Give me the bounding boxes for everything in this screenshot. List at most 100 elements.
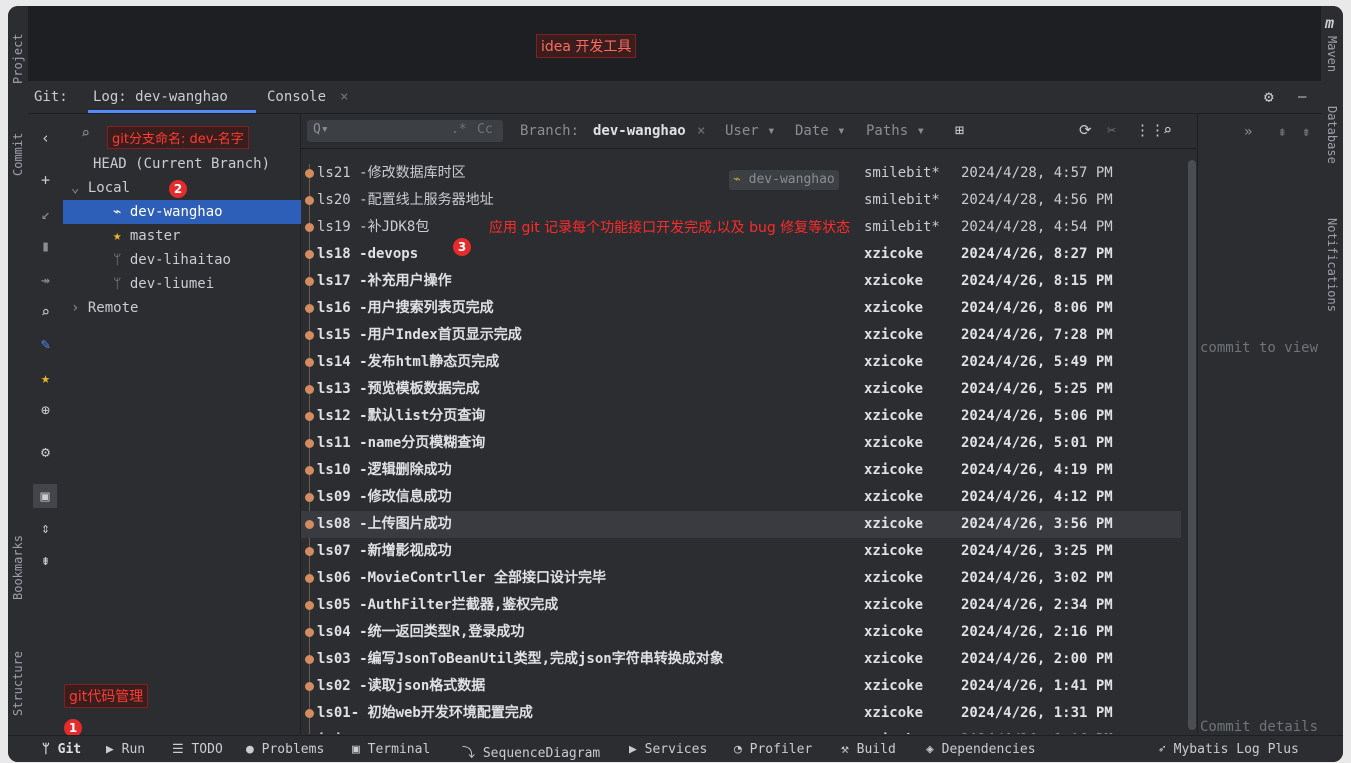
table-row[interactable]: ls07 -新增影视成功 xzicoke 2024/4/26, 3:25 PM [301, 538, 1181, 565]
table-row[interactable]: ls15 -用户Index首页显示完成 xzicoke 2024/4/26, 7:2… [301, 322, 1181, 349]
refresh-icon[interactable]: ⟳ [1079, 121, 1092, 139]
head-row[interactable]: HEAD (Current Branch) [63, 152, 330, 176]
table-row[interactable]: ls02 -读取json格式数据 xzicoke 2024/4/26, 1:41 P… [301, 673, 1181, 700]
edit-icon[interactable]: ✎ [28, 332, 63, 356]
branch-naming-annotation: git分支命名: dev-名字 [107, 126, 249, 149]
tool-problems[interactable]: ● Problems [246, 742, 324, 757]
arrow-icon[interactable]: ↙ [28, 202, 63, 226]
branch-label: dev-lihaitao [129, 252, 231, 268]
profiler-icon: ◔ [734, 742, 742, 757]
paths-filter[interactable]: Paths ▾ [866, 123, 925, 139]
settings-icon[interactable]: ⚙ [28, 440, 63, 464]
date-filter[interactable]: Date ▾ [795, 123, 846, 139]
commit-node-icon [305, 493, 314, 502]
gear-icon[interactable]: ⚙ [1264, 87, 1274, 106]
commit-node-icon [305, 439, 314, 448]
tool-services[interactable]: ▶ Services [629, 742, 707, 757]
table-row[interactable]: ls17 -补充用户操作 xzicoke 2024/4/26, 8:15 PM [301, 268, 1181, 295]
target-icon[interactable]: ⊕ [28, 398, 63, 422]
tool-sequence[interactable]: ⤵ SequenceDiagram [462, 742, 600, 761]
delete-icon[interactable]: ▮ [28, 234, 63, 258]
commit-author: xzicoke [864, 246, 924, 262]
table-row[interactable]: ls03 -编写JsonToBeanUtil类型,完成json字符串转换成对象 x… [301, 646, 1181, 673]
branch-filter-value[interactable]: dev-wanghao [593, 123, 686, 139]
commit-node-icon [305, 304, 314, 313]
regex-toggle[interactable]: .* [451, 122, 467, 137]
panel-icon[interactable]: ▣ [33, 484, 57, 508]
commit-node-icon [305, 385, 314, 394]
table-row[interactable]: ls06 -MovieContrller 全部接口设计完毕 xzicoke 2024… [301, 565, 1181, 592]
star-icon[interactable]: ★ [28, 366, 63, 390]
tool-profiler[interactable]: ◔ Profiler [734, 742, 812, 757]
maven-icon[interactable]: m [1325, 14, 1334, 32]
commit-node-icon [305, 574, 314, 583]
commit-message: ls03 -编写JsonToBeanUtil类型,完成json字符串转换成对象 [317, 651, 724, 667]
stripe-maven[interactable]: Maven [1325, 36, 1339, 72]
commit-node-icon [305, 547, 314, 556]
remote-node[interactable]: › Remote [63, 296, 308, 320]
add-icon[interactable]: + [28, 168, 63, 192]
table-row[interactable]: ls20 -配置线上服务器地址 smilebit* 2024/4/28, 4:56 … [301, 187, 1181, 214]
expand-all-icon[interactable]: ⇕ [28, 516, 63, 540]
table-row[interactable]: ls11 -name分页模糊查询 xzicoke 2024/4/26, 5:01 P… [301, 430, 1181, 457]
tab-log[interactable]: Log: dev-wanghao [93, 89, 228, 105]
user-filter[interactable]: User ▾ [725, 123, 776, 139]
tool-run[interactable]: ▶ Run [106, 742, 145, 757]
search-icon[interactable]: ⌕ [1163, 121, 1172, 139]
table-row[interactable]: ls14 -发布html静态页完成 xzicoke 2024/4/26, 5:49 … [301, 349, 1181, 376]
table-row[interactable]: ls04 -统一返回类型R,登录成功 xzicoke 2024/4/26, 2:16… [301, 619, 1181, 646]
stripe-project[interactable]: Project [11, 33, 25, 84]
collapse-icon[interactable]: ⇟ [1302, 124, 1310, 140]
commit-node-icon [305, 628, 314, 637]
cherry-pick-icon[interactable]: ✂ [1107, 121, 1116, 139]
new-tab-icon[interactable]: ⊞ [955, 121, 964, 139]
commit-author: smilebit* [864, 219, 940, 235]
tab-console[interactable]: Console [267, 89, 326, 105]
stripe-structure[interactable]: Structure [11, 651, 25, 716]
search-icon[interactable]: ⌕ [28, 300, 63, 324]
merge-icon[interactable]: ↠ [28, 268, 63, 292]
more-icon[interactable]: » [1244, 124, 1252, 140]
table-row[interactable]: ls12 -默认list分页查询 xzicoke 2024/4/26, 5:06 P… [301, 403, 1181, 430]
case-toggle[interactable]: Cc [477, 122, 493, 137]
collapse-all-icon[interactable]: ⇟ [28, 548, 63, 572]
commit-date: 2024/4/26, 4:19 PM [961, 462, 1113, 478]
table-row[interactable]: ls01- 初始web开发环境配置完成 xzicoke 2024/4/26, 1:3… [301, 700, 1181, 727]
table-row[interactable]: ls10 -逻辑删除成功 xzicoke 2024/4/26, 4:19 PM [301, 457, 1181, 484]
tool-mybatis[interactable]: ➶ Mybatis Log Plus [1158, 742, 1299, 757]
back-icon[interactable]: ‹ [28, 126, 63, 150]
commit-message: ls17 -补充用户操作 [317, 273, 452, 289]
stripe-notifications[interactable]: Notifications [1325, 218, 1339, 312]
commit-message: ls04 -统一返回类型R,登录成功 [317, 624, 525, 640]
minimize-icon[interactable]: — [1298, 89, 1306, 105]
commit-date: 2024/4/26, 3:02 PM [961, 570, 1113, 586]
stripe-database[interactable]: Database [1325, 106, 1339, 164]
table-row[interactable]: ls16 -用户搜索列表页完成 xzicoke 2024/4/26, 8:06 PM [301, 295, 1181, 322]
table-row[interactable]: ls05 -AuthFilter拦截器,鉴权完成 xzicoke 2024/4/26… [301, 592, 1181, 619]
branch-label: master [129, 228, 181, 244]
left-tool-stripe: Project Commit Bookmarks Structure [8, 6, 29, 733]
table-row[interactable]: ls18 -devops xzicoke 2024/4/26, 8:27 PM [301, 241, 1181, 268]
tool-dependencies[interactable]: ◈ Dependencies [926, 742, 1036, 757]
star-icon: ★ [113, 228, 122, 244]
tool-todo[interactable]: ☰ TODO [172, 742, 223, 757]
branch-search-icon[interactable]: ⌕ [81, 124, 90, 142]
table-row[interactable]: init xzicoke 2024/4/26, 1:06 PM [301, 727, 1181, 734]
commit-author: smilebit* [864, 192, 940, 208]
warning-icon: ● [246, 742, 254, 757]
tool-git[interactable]: ᛘ Git [42, 742, 81, 757]
log-scrollbar[interactable] [1188, 160, 1196, 730]
expand-icon[interactable]: ⇞ [1278, 124, 1286, 140]
tool-terminal[interactable]: ▣ Terminal [352, 742, 430, 757]
commit-date: 2024/4/26, 5:49 PM [961, 354, 1113, 370]
stripe-bookmarks[interactable]: Bookmarks [11, 535, 25, 600]
table-row[interactable]: ls13 -预览模板数据完成 xzicoke 2024/4/26, 5:25 PM [301, 376, 1181, 403]
table-row[interactable]: ls08 -上传图片成功 xzicoke 2024/4/26, 3:56 PM [301, 511, 1181, 538]
close-icon[interactable]: × [697, 123, 705, 139]
close-icon[interactable]: × [340, 89, 348, 105]
stripe-commit[interactable]: Commit [11, 133, 25, 176]
log-search-input[interactable]: Q▾ .* Cc [307, 120, 503, 142]
grid-icon[interactable]: ⋮⋮ [1135, 121, 1165, 139]
table-row[interactable]: ls09 -修改信息成功 xzicoke 2024/4/26, 4:12 PM [301, 484, 1181, 511]
tool-build[interactable]: ⚒ Build [841, 742, 896, 757]
